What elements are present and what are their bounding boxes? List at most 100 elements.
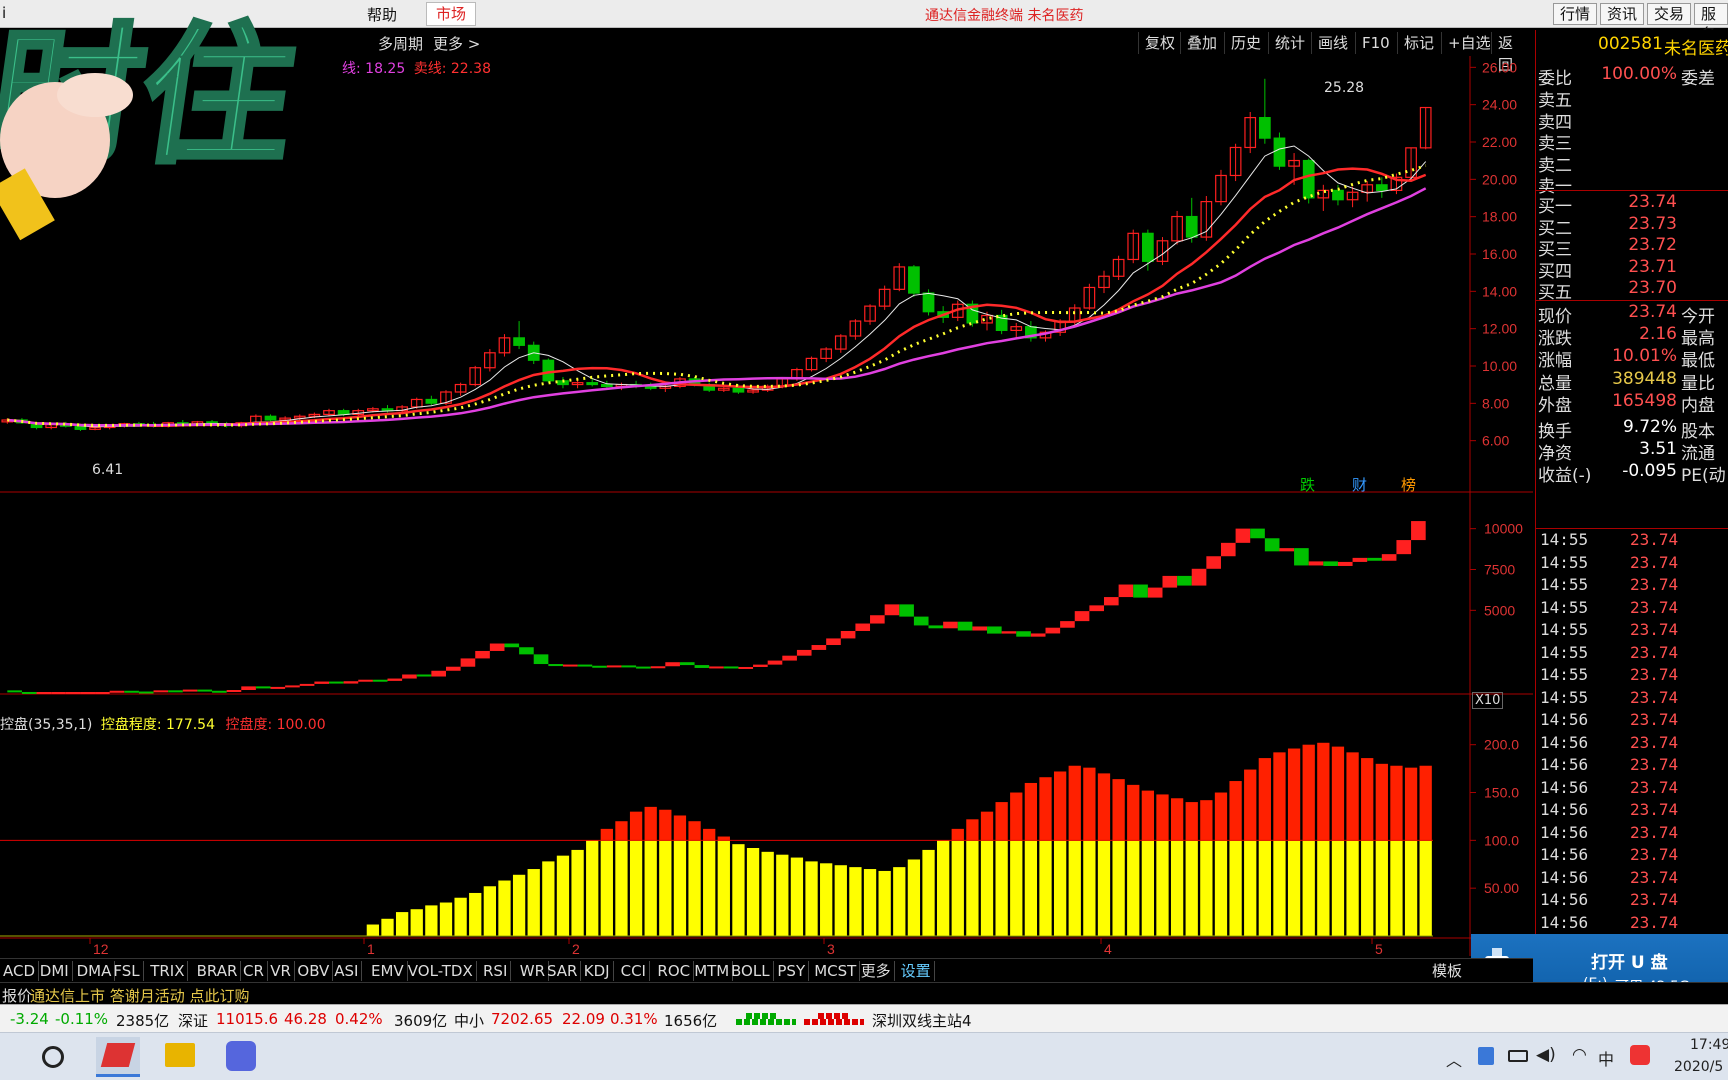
multi-period-button[interactable]: 多周期 <box>378 33 423 54</box>
buy-row[interactable]: 买一 23.74 <box>1536 192 1728 217</box>
btn-f10[interactable]: F10 <box>1355 32 1396 54</box>
tick-price: 23.74 <box>1630 912 1679 932</box>
y-tick-label: 18.00 <box>1482 209 1517 225</box>
obv-step <box>1030 633 1046 637</box>
btn-stats[interactable]: 统计 <box>1268 32 1311 54</box>
control-bar-base <box>1200 840 1213 936</box>
indicator-tab-dmi[interactable]: DMI <box>37 961 73 981</box>
buy-row[interactable]: 买三 23.72 <box>1536 235 1728 260</box>
control-bar-base <box>980 840 994 936</box>
index-item: 2385亿 <box>116 1012 170 1030</box>
indicator-tab-emv[interactable]: EMV <box>368 961 408 981</box>
btn-mark[interactable]: 标记 <box>1397 32 1440 54</box>
index-item: 0.42% <box>335 1010 383 1028</box>
buy-row[interactable]: 买四 23.71 <box>1536 257 1728 282</box>
badge-rank[interactable]: 榜 <box>1401 474 1416 495</box>
indicator-tab-brar[interactable]: BRAR <box>194 961 242 981</box>
indicator-tab-boll[interactable]: BOLL <box>728 961 774 981</box>
tray-battery-icon[interactable] <box>1508 1050 1528 1062</box>
indicator-tab-cr[interactable]: CR <box>240 961 268 981</box>
buy-row[interactable]: 买二 23.73 <box>1536 214 1728 239</box>
template-button[interactable]: 模板 <box>1432 960 1462 981</box>
notice-text[interactable]: 通达信上市 答谢月活动 点此订购 <box>30 985 250 1006</box>
control-bar-top <box>1214 792 1228 841</box>
indicator-tab-acd[interactable]: ACD <box>0 961 40 981</box>
indicator-tab-mtm[interactable]: MTM <box>691 961 734 981</box>
btn-service[interactable]: 服务 <box>1694 3 1728 43</box>
y-tick-label: 6.00 <box>1482 433 1509 449</box>
tray-chevron-up-icon[interactable]: ︿ <box>1446 1047 1462 1071</box>
indicator-tab-obv[interactable]: OBV <box>294 961 334 981</box>
taskbar: ︿ ◀) ◠ 中 17:49 2020/5 <box>0 1032 1728 1080</box>
indicator-tab-vol-tdx[interactable]: VOL-TDX <box>405 961 477 981</box>
obv-step <box>1337 561 1353 566</box>
btn-add-watch[interactable]: +自选 <box>1441 32 1497 54</box>
obv-step <box>606 665 622 668</box>
badge-fall[interactable]: 跌 <box>1300 474 1315 495</box>
control-bar-base <box>1331 840 1345 936</box>
btn-history[interactable]: 历史 <box>1224 32 1267 54</box>
indicator-tab-dma[interactable]: DMA <box>74 961 116 981</box>
ctl-control-label: 控盘度: <box>225 717 273 733</box>
indicator-tab-更多[interactable]: 更多 <box>858 961 895 981</box>
tick-time: 14:55 <box>1540 597 1589 617</box>
indicator-tab-rsi[interactable]: RSI <box>480 961 512 981</box>
indicator-tab-设置[interactable]: 设置 <box>898 961 935 981</box>
buy-row[interactable]: 买五 23.70 <box>1536 278 1728 303</box>
indicator-tab-kdj[interactable]: KDJ <box>581 961 614 981</box>
control-bar-base <box>512 874 526 936</box>
btn-trade[interactable]: 交易 <box>1647 3 1692 25</box>
control-bar-base <box>1273 840 1286 936</box>
obv-step <box>299 683 315 686</box>
obv-step <box>21 691 37 694</box>
tray-volume-icon[interactable]: ◀) <box>1536 1045 1556 1065</box>
ime-indicator[interactable]: 中 <box>1598 1046 1614 1070</box>
server-station[interactable]: 深圳双线主站4 <box>872 1010 972 1031</box>
control-bar-base <box>893 867 906 936</box>
clock-time[interactable]: 17:49 <box>1690 1037 1728 1053</box>
btn-draw[interactable]: 画线 <box>1311 32 1354 54</box>
stat-value: -0.095 <box>1622 461 1677 482</box>
control-bar-top <box>1390 765 1403 841</box>
ctl-tick-label: 200.0 <box>1484 737 1519 753</box>
tick-time: 14:56 <box>1540 710 1589 729</box>
indicator-tab-cci[interactable]: CCI <box>618 961 650 981</box>
indicator-tab-vr[interactable]: VR <box>267 961 295 981</box>
btn-back[interactable]: 返回 <box>1491 32 1533 74</box>
badge-finance[interactable]: 财 <box>1352 474 1367 495</box>
tray-usb-icon[interactable] <box>1478 1047 1494 1065</box>
indicator-tab-trix[interactable]: TRIX <box>147 961 189 981</box>
indicator-tab-fsl[interactable]: FSL <box>110 961 144 981</box>
more-button[interactable]: 更多 > <box>433 33 480 54</box>
tray-sogou-icon[interactable] <box>1630 1045 1650 1065</box>
file-explorer-icon[interactable] <box>165 1043 195 1067</box>
control-bar-base <box>1404 840 1418 936</box>
indicator-tab-asi[interactable]: ASI <box>331 961 363 981</box>
cortana-icon[interactable] <box>42 1046 64 1068</box>
menu-item-market[interactable]: 市场 <box>426 2 476 26</box>
btn-overlay[interactable]: 叠加 <box>1180 32 1223 54</box>
obv-step <box>1250 528 1265 539</box>
control-bar-top <box>966 819 979 841</box>
indicator-tab-mcst[interactable]: MCST <box>811 961 861 981</box>
tick-row: 14:55 23.74 <box>1536 665 1728 687</box>
btn-fuquan[interactable]: 复权 <box>1138 32 1181 54</box>
tick-time: 14:56 <box>1540 867 1589 887</box>
obv-step <box>679 662 695 666</box>
tray-wifi-icon[interactable]: ◠ <box>1572 1045 1587 1065</box>
indicator-tab-psy[interactable]: PSY <box>774 961 810 981</box>
app-icon-blue[interactable] <box>226 1041 256 1071</box>
index-item: -0.11% <box>55 1010 109 1028</box>
control-bar-base <box>1141 840 1155 936</box>
indicator-tab-sar[interactable]: SAR <box>544 961 582 981</box>
control-bar-base <box>366 924 380 936</box>
btn-news[interactable]: 资讯 <box>1600 3 1645 25</box>
btn-quote[interactable]: 行情 <box>1553 3 1598 25</box>
indicator-tab-roc[interactable]: ROC <box>654 961 695 981</box>
clock-date[interactable]: 2020/5 <box>1674 1059 1723 1075</box>
tick-row: 14:56 23.74 <box>1536 845 1728 867</box>
stock-code: 002581 <box>1598 34 1663 54</box>
taskbar-app-tdx[interactable] <box>96 1037 140 1077</box>
control-bar-base <box>629 840 643 936</box>
control-legend: 控盘(35,35,1) 控盘程度: 177.54 控盘度: 100.00 <box>0 714 326 734</box>
